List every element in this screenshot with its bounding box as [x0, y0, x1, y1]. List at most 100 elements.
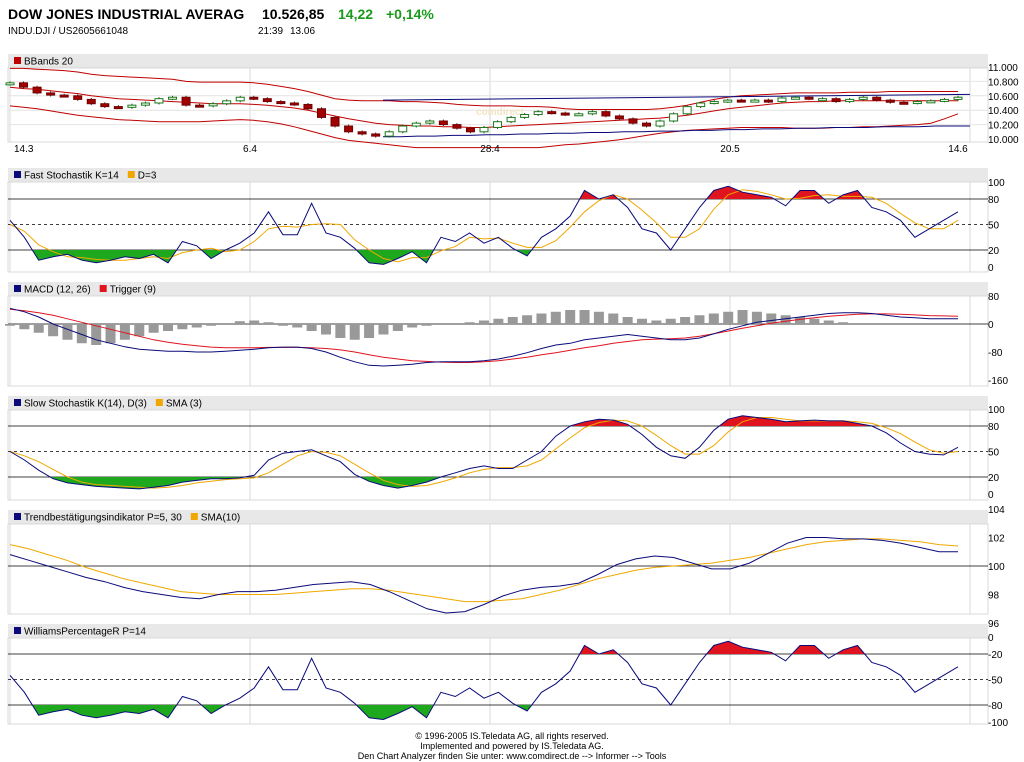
macd-histogram-bar [177, 324, 188, 330]
macd-histogram-bar [823, 320, 834, 324]
candle [465, 127, 475, 133]
macd-histogram-bar [263, 322, 274, 324]
candle [316, 108, 326, 118]
legend-swatch-3-0 [14, 399, 21, 406]
macd-histogram-bar [421, 324, 432, 326]
y-tick-label-4-4: 96 [988, 619, 1000, 630]
candle [709, 101, 719, 105]
x-tick-label-0: 14.3 [14, 144, 34, 155]
footer-tools-link[interactable]: Den Chart Analyzer finden Sie unter: www… [0, 751, 1024, 761]
y-tick-label-5-2: -50 [988, 676, 1003, 687]
panel-header-0 [8, 54, 988, 68]
macd-histogram-bar [134, 324, 145, 337]
macd-histogram-bar [708, 313, 719, 324]
candle [587, 111, 597, 115]
y-tick-label-2-2: -80 [988, 348, 1003, 359]
macd-histogram-bar [479, 320, 489, 324]
candle [520, 114, 530, 118]
legend-label-1-0: Fast Stochastik K=14 [24, 171, 119, 182]
macd-histogram-bar [737, 310, 748, 324]
macd-histogram-bar [349, 324, 360, 340]
macd-histogram-bar [392, 324, 403, 331]
macd-histogram-bar [809, 318, 820, 324]
macd-histogram-bar [622, 317, 633, 324]
candle [763, 99, 773, 103]
candle [438, 120, 448, 126]
candle [154, 98, 164, 104]
candle [885, 99, 895, 103]
macd-histogram-bar [306, 324, 317, 331]
macd-histogram-bar [665, 318, 676, 324]
y-tick-label-3-2: 50 [988, 448, 1000, 459]
candle [912, 101, 922, 105]
macd-histogram-bar [191, 324, 202, 328]
y-tick-label-2-3: -160 [988, 376, 1008, 387]
legend-label-3-1: SMA (3) [166, 399, 202, 410]
candle [533, 111, 543, 116]
macd-histogram-bar [249, 320, 260, 324]
macd-histogram-bar [378, 324, 389, 335]
y-tick-label-3-4: 0 [988, 490, 994, 501]
macd-histogram-bar [148, 324, 159, 333]
y-tick-label-0-3: 10.400 [988, 106, 1019, 117]
candle [736, 99, 746, 103]
x-tick-label-1: 6.4 [243, 144, 257, 155]
candle [682, 106, 692, 115]
candle [222, 100, 232, 105]
candle [208, 103, 218, 107]
candle [899, 101, 909, 105]
macd-histogram-bar [536, 313, 547, 324]
macd-histogram-bar [407, 324, 418, 328]
macd-histogram-bar [593, 311, 604, 324]
candle [398, 125, 408, 133]
candle [168, 96, 178, 100]
y-tick-label-5-1: -20 [988, 650, 1003, 661]
macd-histogram-bar [637, 318, 647, 324]
legend-label-1-1: D=3 [138, 171, 157, 182]
macd-histogram-bar [62, 324, 73, 340]
y-tick-label-0-5: 10.000 [988, 135, 1019, 146]
legend-label-0-0: BBands 20 [24, 57, 73, 68]
legend-swatch-4-0 [14, 513, 21, 520]
macd-histogram-bar [550, 311, 561, 324]
x-tick-label-2: 28.4 [480, 144, 500, 155]
candle [696, 102, 706, 108]
macd-histogram-bar [680, 317, 691, 324]
macd-histogram-bar [277, 324, 288, 326]
panel-header-5 [8, 624, 988, 638]
candle [425, 120, 435, 124]
legend-swatch-5-0 [14, 627, 21, 634]
macd-histogram-bar [795, 317, 805, 324]
candle [723, 99, 733, 103]
y-tick-label-3-1: 80 [988, 422, 1000, 433]
candle [127, 104, 137, 108]
y-tick-label-0-4: 10.200 [988, 121, 1019, 132]
candle [614, 115, 624, 120]
y-tick-label-0-1: 10.800 [988, 77, 1019, 88]
legend-label-3-0: Slow Stochastik K(14), D(3) [24, 399, 147, 410]
legend-swatch-4-1 [190, 513, 198, 520]
candle [547, 111, 557, 115]
candle [642, 122, 652, 127]
macd-histogram-bar [565, 310, 576, 324]
y-tick-label-4-3: 98 [988, 591, 1000, 602]
macd-histogram-bar [364, 324, 375, 338]
candle [249, 96, 259, 100]
candle [330, 116, 340, 127]
legend-swatch-1-1 [127, 171, 135, 178]
y-tick-label-4-1: 102 [988, 534, 1005, 545]
candle [750, 99, 760, 103]
candle [628, 118, 638, 124]
candle [601, 111, 611, 117]
macd-histogram-bar [163, 324, 173, 331]
candle [371, 133, 381, 137]
candle [344, 125, 354, 133]
chart-analyzer: BBands 20 11.000 10.800 10.600 10.400 10.200 1… [5, 54, 1019, 729]
candle [73, 95, 83, 100]
candle [845, 98, 855, 103]
candle [32, 86, 42, 94]
macd-histogram-bar [464, 322, 475, 324]
candle [858, 96, 868, 100]
y-tick-label-2-0: 80 [988, 292, 1000, 303]
macd-histogram-bar [507, 317, 518, 324]
